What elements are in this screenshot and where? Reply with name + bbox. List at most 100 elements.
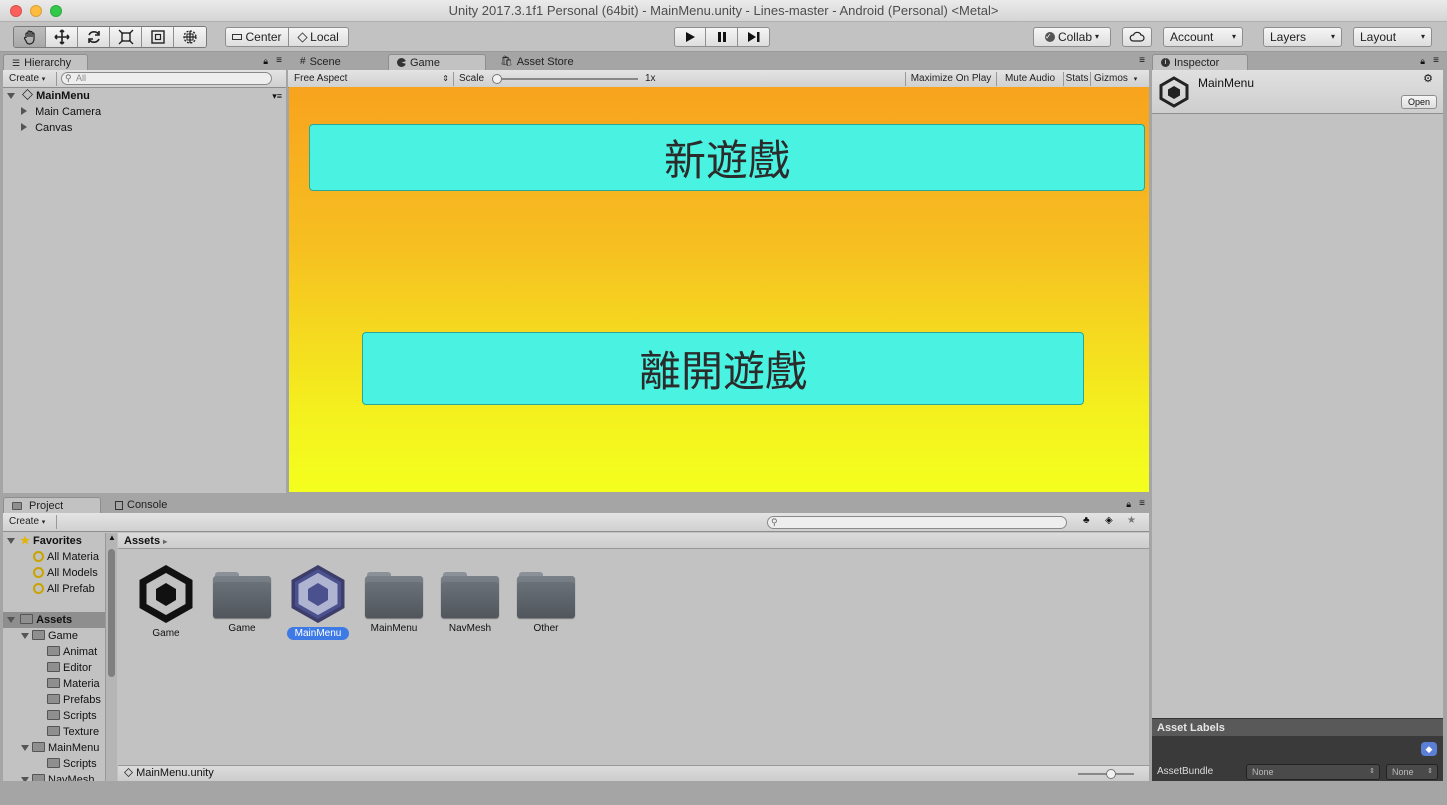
scene-root-item[interactable]: MainMenu ▾≡ (7, 88, 286, 104)
mute-audio-toggle[interactable]: Mute Audio (996, 72, 1063, 86)
favorite-item[interactable]: All Materia (33, 549, 99, 565)
favorite-item[interactable]: All Models (33, 565, 98, 581)
tree-folder-item[interactable]: Texture (47, 724, 99, 740)
breadcrumb-assets[interactable]: Assets (124, 535, 160, 547)
tree-folder-item[interactable]: Editor (47, 660, 92, 676)
project-create-button[interactable]: Create ▾ (9, 515, 57, 529)
scene-menu-icon[interactable]: ▾≡ (272, 88, 282, 104)
pivot-center-button[interactable]: Center (225, 27, 289, 47)
cloud-button[interactable] (1122, 27, 1152, 47)
hierarchy-search-input[interactable]: ⚲ All (61, 72, 272, 85)
expand-arrow-icon[interactable] (21, 633, 29, 639)
transform-tool-icon[interactable] (174, 27, 206, 47)
assetbundle-dropdown[interactable]: None ⇕ (1246, 764, 1380, 780)
tag-icon[interactable]: ◆ (1421, 742, 1437, 756)
tree-folder-item[interactable]: Scripts (47, 756, 97, 772)
panel-menu-icon[interactable]: ≡ (276, 55, 282, 66)
exit-game-button[interactable]: 離開遊戲 (362, 332, 1084, 405)
layout-dropdown[interactable]: Layout ▾ (1353, 27, 1432, 47)
tree-scrollbar[interactable]: ▲ (105, 533, 117, 781)
lock-icon[interactable]: 🔒︎ (1420, 56, 1425, 67)
expand-arrow-icon[interactable] (7, 617, 15, 623)
tree-folder-item[interactable]: MainMenu (21, 740, 99, 756)
gear-icon[interactable]: ⚙ (1423, 72, 1433, 85)
tree-folder-item[interactable]: Scripts (47, 708, 97, 724)
tab-scene[interactable]: # Scene (292, 54, 382, 70)
account-dropdown[interactable]: Account ▾ (1163, 27, 1243, 47)
scroll-up-icon[interactable]: ▲ (108, 533, 116, 542)
pause-button[interactable] (706, 27, 738, 47)
layers-dropdown[interactable]: Layers ▾ (1263, 27, 1342, 47)
hierarchy-item-canvas[interactable]: Canvas (21, 120, 72, 136)
game-view[interactable]: 新遊戲 離開遊戲 (289, 87, 1149, 492)
aspect-dropdown[interactable]: Free Aspect ⇕ (294, 72, 454, 86)
favorite-star-icon[interactable]: ★ (1127, 515, 1136, 526)
hierarchy-item-main-camera[interactable]: Main Camera (21, 104, 101, 120)
icon-size-slider-thumb[interactable] (1105, 769, 1116, 779)
gizmos-dropdown[interactable]: Gizmos ▾ (1090, 72, 1144, 86)
tree-folder-item[interactable]: Prefabs (47, 692, 101, 708)
asset-item[interactable]: NavMesh (432, 565, 508, 635)
tree-folder-item[interactable]: Materia (47, 676, 100, 692)
tab-project[interactable]: Project (3, 497, 101, 513)
hand-tool-icon[interactable] (14, 27, 46, 47)
asset-labels-header[interactable]: Asset Labels (1152, 718, 1443, 736)
scrollbar-thumb[interactable] (108, 549, 115, 677)
maximize-on-play-toggle[interactable]: Maximize On Play (905, 72, 996, 86)
project-search-input[interactable]: ⚲ (767, 516, 1067, 529)
expand-arrow-icon[interactable] (21, 777, 29, 781)
scale-slider-thumb[interactable] (492, 74, 502, 84)
tab-asset-store[interactable]: 🛍︎ Asset Store (492, 54, 592, 70)
zoom-window-button[interactable] (50, 5, 62, 17)
expand-arrow-icon[interactable] (21, 107, 27, 115)
stats-toggle[interactable]: Stats (1063, 72, 1090, 86)
expand-arrow-icon[interactable] (7, 93, 15, 99)
hierarchy-create-button[interactable]: Create ▾ (9, 72, 57, 86)
search-icon (33, 583, 44, 594)
tab-console[interactable]: Console (107, 497, 187, 513)
tree-folder-item[interactable]: Animat (47, 644, 97, 660)
filter-label-icon[interactable]: ◈ (1105, 515, 1113, 526)
panel-menu-icon[interactable]: ≡ (1139, 498, 1145, 509)
favorite-item[interactable]: All Prefab (33, 581, 95, 597)
tab-hierarchy[interactable]: ☰ Hierarchy (3, 54, 88, 70)
tab-game[interactable]: Game (388, 54, 486, 70)
expand-arrow-icon[interactable] (21, 123, 27, 131)
rect-tool-icon[interactable] (142, 27, 174, 47)
collab-dropdown[interactable]: ✓ Collab ▾ (1033, 27, 1111, 47)
play-button[interactable] (674, 27, 706, 47)
exit-game-label: 離開遊戲 (638, 347, 807, 396)
inspector-tabbar: i Inspector 🔒︎ ≡ (1152, 54, 1443, 70)
expand-arrow-icon[interactable] (7, 538, 15, 544)
lock-icon[interactable]: 🔒︎ (263, 56, 268, 67)
favorites-item[interactable]: ★ Favorites (7, 533, 82, 549)
step-button[interactable] (738, 27, 770, 47)
filter-type-icon[interactable]: ♣ (1083, 515, 1090, 526)
panel-menu-icon[interactable]: ≡ (1433, 55, 1439, 66)
chevron-down-icon: ▾ (41, 519, 46, 526)
new-game-button[interactable]: 新遊戲 (309, 124, 1145, 191)
asset-item[interactable]: MainMenu (356, 565, 432, 635)
scale-tool-icon[interactable] (110, 27, 142, 47)
icon-size-slider[interactable] (1078, 769, 1134, 779)
minimize-window-button[interactable] (30, 5, 42, 17)
lock-icon[interactable]: 🔒︎ (1126, 499, 1131, 510)
scale-slider[interactable] (492, 74, 638, 84)
tree-folder-item[interactable]: Game (21, 628, 78, 644)
close-window-button[interactable] (10, 5, 22, 17)
asset-item[interactable]: MainMenu (280, 565, 356, 640)
space-local-button[interactable]: Local (289, 27, 349, 47)
asset-item[interactable]: Other (508, 565, 584, 635)
assetbundle-variant-dropdown[interactable]: None ⇕ (1386, 764, 1438, 780)
asset-name: MainMenu (1198, 76, 1255, 90)
rotate-tool-icon[interactable] (78, 27, 110, 47)
asset-item[interactable]: Game (204, 565, 280, 635)
tree-folder-item[interactable]: NavMesh (21, 772, 94, 781)
move-tool-icon[interactable] (46, 27, 78, 47)
asset-item[interactable]: Game (128, 565, 204, 640)
open-button[interactable]: Open (1401, 95, 1437, 109)
panel-menu-icon[interactable]: ≡ (1139, 55, 1145, 66)
tab-inspector[interactable]: i Inspector (1152, 54, 1248, 70)
assets-root-item[interactable]: Assets (3, 612, 107, 628)
expand-arrow-icon[interactable] (21, 745, 29, 751)
